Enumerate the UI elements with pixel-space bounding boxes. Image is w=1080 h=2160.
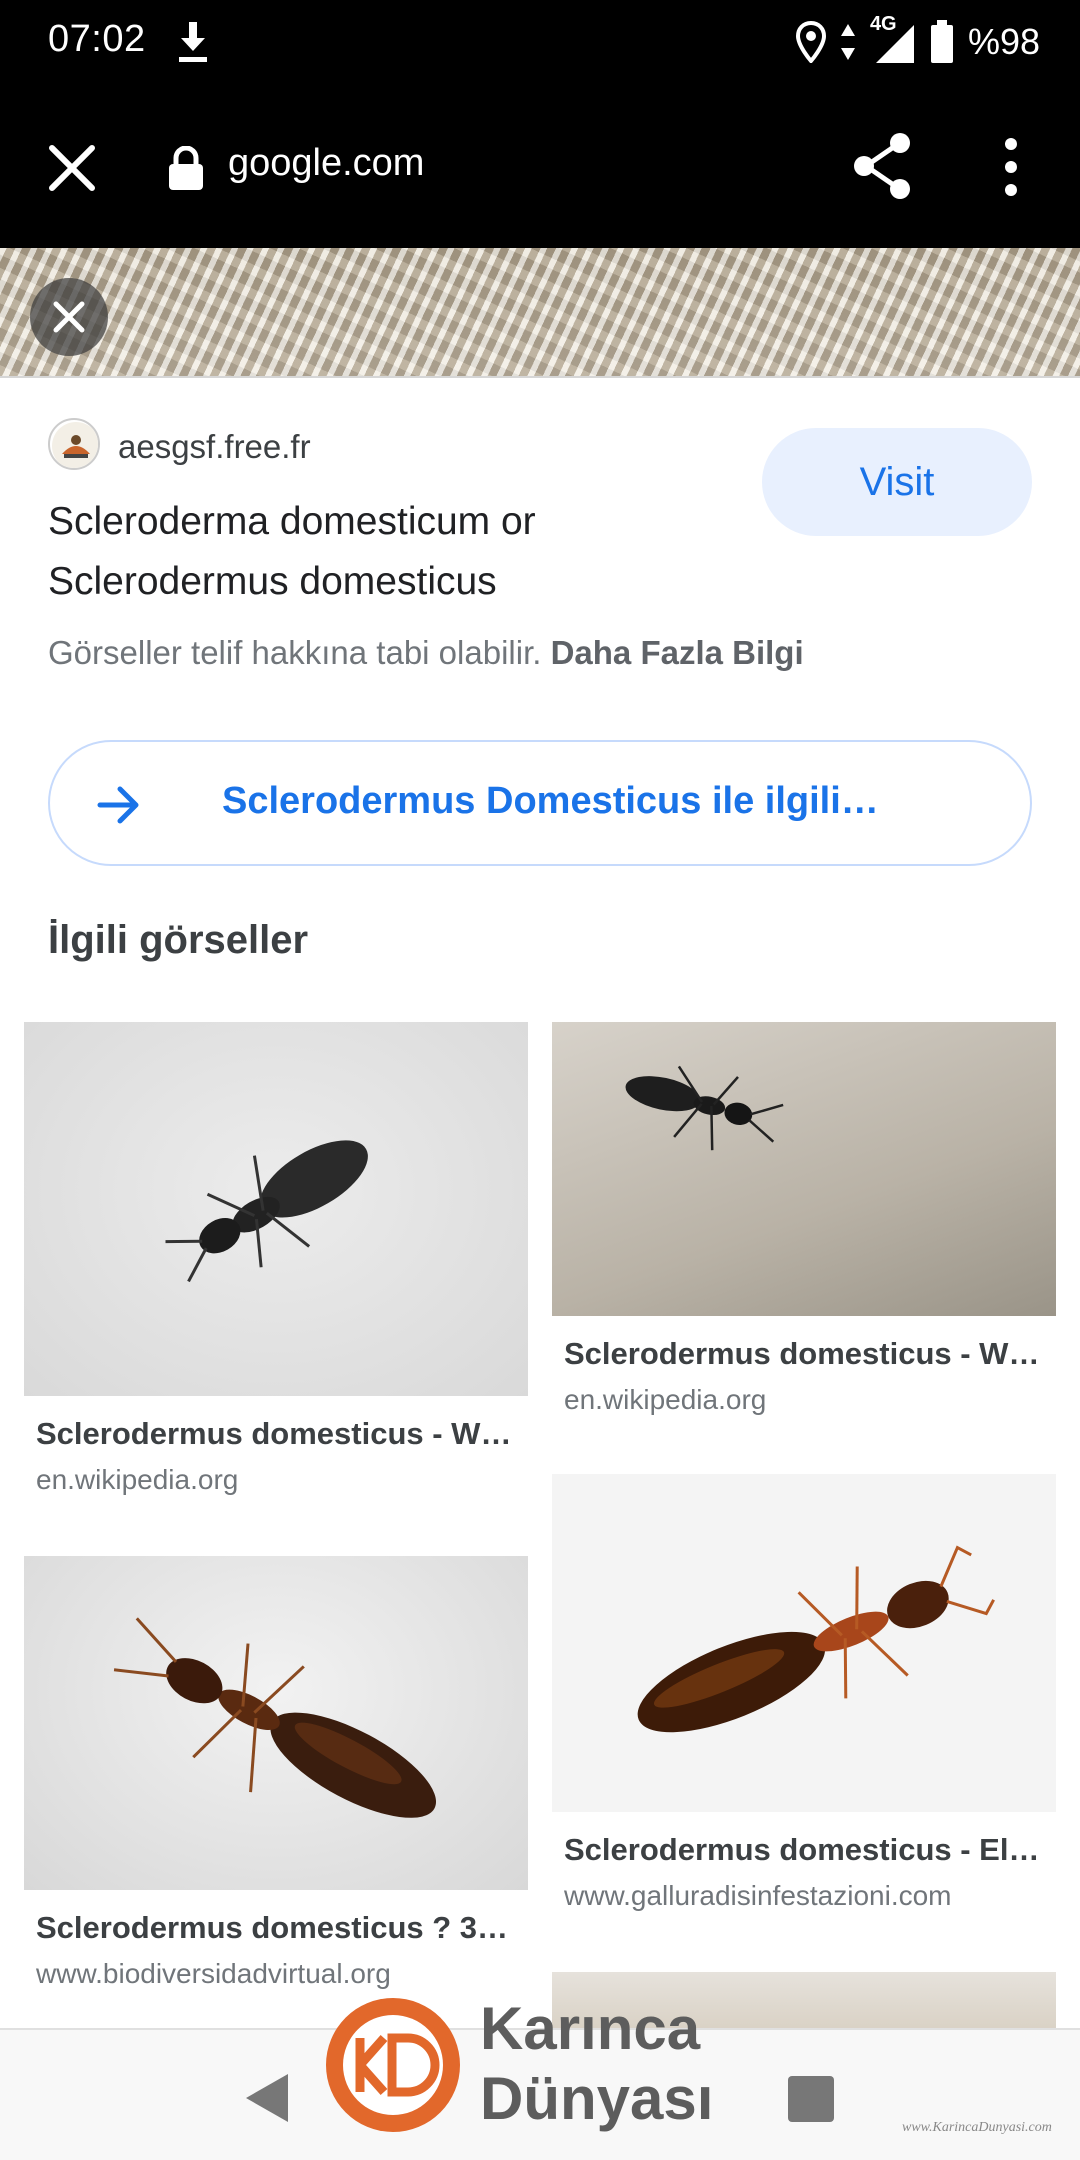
battery-percent: %98 <box>967 21 1040 62</box>
related-image-title: Sclerodermus domesticus - W… <box>564 1336 1040 1371</box>
status-time: 07:02 <box>48 18 146 60</box>
browser-toolbar: google.com <box>0 84 1080 248</box>
battery-icon <box>930 20 953 63</box>
status-icons: 4G %98 <box>795 13 1040 70</box>
close-preview-button[interactable] <box>30 278 108 356</box>
related-image-source: en.wikipedia.org <box>36 1464 239 1495</box>
recent-apps-icon[interactable] <box>788 2076 834 2122</box>
site-favicon <box>48 418 100 470</box>
related-image-title: Sclerodermus domesticus ? 3… <box>36 1910 509 1945</box>
back-icon[interactable] <box>244 2072 290 2124</box>
share-icon[interactable] <box>852 132 914 200</box>
watermark-text-2: Dünyası <box>480 2065 714 2132</box>
preview-image <box>0 248 1080 378</box>
close-icon[interactable] <box>44 140 100 196</box>
ant-thumbnail[interactable] <box>552 1022 1056 1316</box>
ant-thumbnail[interactable] <box>552 1474 1056 1812</box>
copyright-notice: Görseller telif hakkına tabi olabilir. D… <box>48 634 804 672</box>
related-image-card[interactable]: Sclerodermus domesticus - W… en.wikipedi… <box>552 1022 1056 1416</box>
watermark: Karınca Dünyası <box>326 1994 756 2144</box>
status-bar: 07:02 4G %98 <box>0 0 1080 84</box>
watermark-logo <box>326 1998 460 2132</box>
lock-icon <box>169 146 203 190</box>
related-image-title: Sclerodermus domesticus - W… <box>36 1416 512 1451</box>
arrow-right-icon <box>97 786 139 824</box>
signal-icon: 4G <box>870 13 916 65</box>
close-icon <box>53 301 85 333</box>
related-image-source: www.biodiversidadvirtual.org <box>36 1958 391 1989</box>
copyright-text: Görseller telif hakkına tabi olabilir. <box>48 634 542 671</box>
ant-thumbnail[interactable] <box>24 1022 528 1396</box>
related-image-card[interactable]: Sclerodermus domesticus - W… en.wikipedi… <box>24 1022 528 1496</box>
watermark-text-1: Karınca <box>480 1995 701 2062</box>
related-image-card[interactable]: Sclerodermus domesticus - El… www.gallur… <box>552 1474 1056 1912</box>
ant-thumbnail[interactable] <box>24 1556 528 1890</box>
data-arrows-icon <box>840 24 855 60</box>
related-images-heading: İlgili görseller <box>48 918 309 962</box>
watermark-url: www.KarincaDunyasi.com <box>902 2120 1052 2135</box>
related-image-source: en.wikipedia.org <box>564 1384 767 1415</box>
source-domain[interactable]: aesgsf.free.fr <box>118 428 311 466</box>
related-image-title: Sclerodermus domesticus - El… <box>564 1832 1040 1867</box>
related-image-card[interactable]: Sclerodermus domesticus ? 3… www.biodive… <box>24 1556 528 1990</box>
image-title[interactable]: Scleroderma domesticum or Sclerodermus d… <box>48 492 728 612</box>
more-options-icon[interactable] <box>994 136 1028 198</box>
related-search-button[interactable]: Sclerodermus Domesticus ile ilgili… <box>48 740 1032 866</box>
visit-button[interactable]: Visit <box>762 428 1032 536</box>
location-icon <box>795 21 826 63</box>
download-icon <box>179 22 207 62</box>
learn-more-link[interactable]: Daha Fazla Bilgi <box>551 634 804 671</box>
url-text[interactable]: google.com <box>228 142 424 185</box>
related-image-source: www.galluradisinfestazioni.com <box>564 1880 952 1911</box>
related-search-label: Sclerodermus Domesticus ile ilgili… <box>222 780 879 822</box>
